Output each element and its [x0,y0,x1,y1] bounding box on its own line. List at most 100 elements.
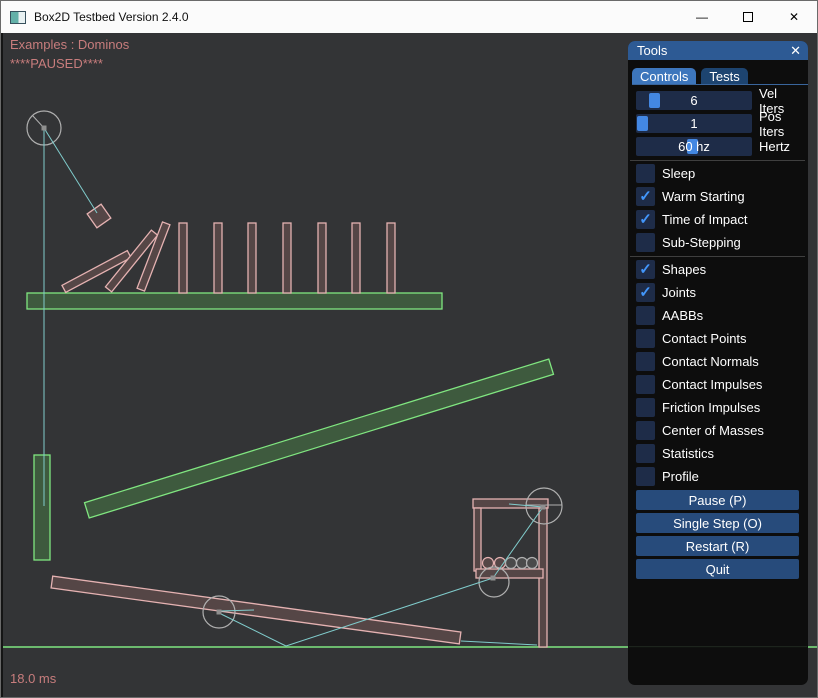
anchor-top-left [42,126,47,131]
tools-close-button[interactable]: ✕ [790,44,801,57]
domino-upright-2 [214,223,222,293]
tools-title-text: Tools [637,43,667,58]
checkbox-sub-stepping[interactable]: ✓ Sub-Stepping [636,233,799,252]
checkbox-box: ✓ [636,329,655,348]
checkbox-label: Contact Points [662,331,747,346]
joint-pendulum [44,128,97,213]
anchor-frame-top [541,505,546,510]
vel-iters-value: 6 [636,91,752,110]
hertz-row: 60 hz Hertz [636,137,799,156]
checkbox-time-of-impact[interactable]: ✓ Time of Impact [636,210,799,229]
checkbox-label: Friction Impulses [662,400,760,415]
checkbox-warm-starting[interactable]: ✓ Warm Starting [636,187,799,206]
example-label: Examples : Dominos [10,37,129,52]
ground-line-showthrough [629,646,807,647]
pos-iters-value: 1 [636,114,752,133]
checkbox-label: Shapes [662,262,706,277]
check-icon: ✓ [639,189,652,204]
frame-left-post [474,508,481,571]
app-icon [10,11,26,24]
tools-titlebar[interactable]: Tools ✕ [628,41,808,60]
paused-label: ****PAUSED**** [10,56,103,71]
vel-iters-row: 6 Vel Iters [636,91,799,110]
frame-time-label: 18.0 ms [10,671,56,686]
tools-body: 6 Vel Iters 1 Pos Iters 60 hz Hertz [628,85,808,579]
checkbox-box: ✓ [636,444,655,463]
joint-ground [461,641,537,645]
checkbox-label: Contact Normals [662,354,759,369]
checkbox-box: ✓ [636,421,655,440]
restart-button[interactable]: Restart (R) [636,536,799,556]
checkbox-aabbs[interactable]: ✓ AABBs [636,306,799,325]
domino-upright-3 [248,223,256,293]
minimize-button[interactable]: — [679,1,725,33]
checkbox-box: ✓ [636,187,655,206]
tab-tests[interactable]: Tests [701,68,747,84]
checkbox-label: AABBs [662,308,703,323]
tools-panel: Tools ✕ Controls Tests 6 Vel Iters 1 Pos… [628,41,808,685]
single-step-button[interactable]: Single Step (O) [636,513,799,533]
quit-button[interactable]: Quit [636,559,799,579]
pos-iters-slider[interactable]: 1 [636,114,752,133]
checkbox-shapes[interactable]: ✓ Shapes [636,260,799,279]
checkbox-label: Contact Impulses [662,377,762,392]
os-titlebar: Box2D Testbed Version 2.4.0 — ✕ [1,1,817,33]
checkbox-box: ✓ [636,233,655,252]
checkbox-box: ✓ [636,210,655,229]
close-button[interactable]: ✕ [771,1,817,33]
hertz-slider[interactable]: 60 hz [636,137,752,156]
checkbox-joints[interactable]: ✓ Joints [636,283,799,302]
checkbox-contact-points[interactable]: ✓ Contact Points [636,329,799,348]
check-icon: ✓ [639,212,652,227]
checkbox-center-of-masses[interactable]: ✓ Center of Masses [636,421,799,440]
checkbox-contact-impulses[interactable]: ✓ Contact Impulses [636,375,799,394]
pause-button[interactable]: Pause (P) [636,490,799,510]
pos-iters-row: 1 Pos Iters [636,114,799,133]
bottom-plank [51,576,461,644]
checkbox-box: ✓ [636,398,655,417]
shelf-ball-3 [506,558,517,569]
pos-iters-label: Pos Iters [759,109,799,139]
checkbox-box: ✓ [636,352,655,371]
checkbox-box: ✓ [636,306,655,325]
anchor-shelf [491,576,496,581]
checkbox-statistics[interactable]: ✓ Statistics [636,444,799,463]
window-title: Box2D Testbed Version 2.4.0 [34,10,189,24]
frame-shelf [476,569,543,578]
checkbox-sleep[interactable]: ✓ Sleep [636,164,799,183]
checkbox-box: ✓ [636,467,655,486]
checkbox-box: ✓ [636,283,655,302]
hertz-label: Hertz [759,139,790,154]
shelf-ball-4 [517,558,528,569]
pendulum-block [87,204,111,228]
checkbox-label: Time of Impact [662,212,747,227]
domino-upright-5 [318,223,326,293]
domino-upright-1 [179,223,187,293]
tab-controls[interactable]: Controls [632,68,696,84]
vel-iters-slider[interactable]: 6 [636,91,752,110]
ramp-plank [85,359,554,518]
checkbox-label: Statistics [662,446,714,461]
domino-upright-4 [283,223,291,293]
maximize-button[interactable] [725,1,771,33]
domino-upright-6 [352,223,360,293]
checkbox-label: Sub-Stepping [662,235,741,250]
check-icon: ✓ [639,262,652,277]
checkbox-profile[interactable]: ✓ Profile [636,467,799,486]
domino-upright-7 [387,223,395,293]
check-icon: ✓ [639,285,652,300]
maximize-icon [743,12,753,22]
vertical-green-block [34,455,50,560]
app-window: Box2D Testbed Version 2.4.0 — ✕ Examples… [0,0,818,698]
minimize-icon: — [696,10,708,24]
checkbox-friction-impulses[interactable]: ✓ Friction Impulses [636,398,799,417]
tools-tab-bar: Controls Tests [632,68,808,85]
checkbox-label: Warm Starting [662,189,745,204]
checkbox-label: Profile [662,469,699,484]
checkbox-box: ✓ [636,164,655,183]
checkbox-box: ✓ [636,260,655,279]
checkbox-label: Center of Masses [662,423,764,438]
checkbox-label: Joints [662,285,696,300]
separator [630,160,805,161]
checkbox-contact-normals[interactable]: ✓ Contact Normals [636,352,799,371]
